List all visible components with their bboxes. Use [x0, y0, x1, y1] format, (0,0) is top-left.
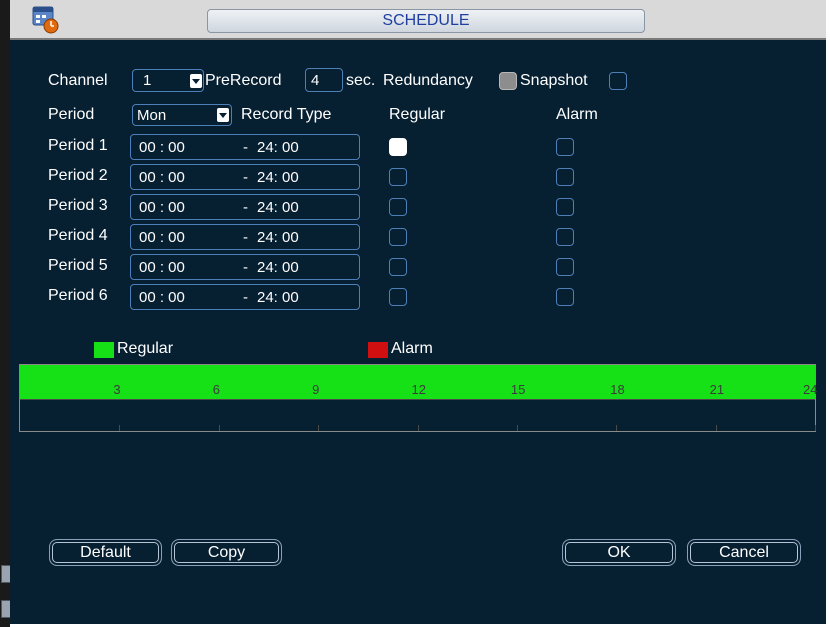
period-label: Period [48, 106, 95, 123]
range-separator: - [243, 169, 248, 186]
period-6-time-range[interactable]: 00 : 00 -24: 00 [130, 284, 360, 310]
hour-tick-label: 6 [212, 382, 220, 397]
period-5-label: Period 5 [48, 257, 108, 274]
schedule-panel [10, 40, 826, 624]
hour-tick-mark [616, 425, 617, 431]
snapshot-label: Snapshot [520, 72, 588, 89]
default-button[interactable]: Default [49, 539, 162, 566]
hour-tick-mark [119, 425, 120, 431]
alarm-legend-swatch [368, 342, 388, 358]
range-separator: - [243, 139, 248, 156]
left-edge-strip [0, 0, 11, 627]
schedule-timeline: 3 6 9 12 15 18 21 24 [19, 364, 818, 432]
end-time[interactable]: 24: 00 [257, 139, 299, 156]
regular-header: Regular [389, 106, 446, 123]
period-4-label: Period 4 [48, 227, 108, 244]
period-4-alarm-checkbox[interactable] [556, 228, 574, 246]
channel-select[interactable]: 1 [132, 69, 204, 92]
period-5-alarm-checkbox[interactable] [556, 258, 574, 276]
period-3-regular-checkbox[interactable] [389, 198, 407, 216]
period-6-alarm-checkbox[interactable] [556, 288, 574, 306]
hour-tick-mark [815, 425, 816, 431]
period-4-regular-checkbox[interactable] [389, 228, 407, 246]
period-3-label: Period 3 [48, 197, 108, 214]
start-time[interactable]: 00 : 00 [139, 139, 185, 156]
snapshot-checkbox[interactable] [609, 72, 627, 90]
start-time[interactable]: 00 : 00 [139, 289, 185, 306]
regular-legend-swatch [94, 342, 114, 358]
end-time[interactable]: 24: 00 [257, 259, 299, 276]
hour-tick-mark [219, 425, 220, 431]
end-time[interactable]: 24: 00 [257, 229, 299, 246]
hour-tick-label: 15 [510, 382, 526, 397]
channel-label: Channel [48, 72, 108, 89]
hour-tick-mark [716, 425, 717, 431]
period-4-time-range[interactable]: 00 : 00 -24: 00 [130, 224, 360, 250]
hour-tick-mark [517, 425, 518, 431]
hour-tick-mark [318, 425, 319, 431]
period-5-regular-checkbox[interactable] [389, 258, 407, 276]
prerecord-unit: sec. [346, 72, 376, 89]
schedule-app-icon [32, 6, 59, 34]
title-bar: SCHEDULE [10, 0, 826, 40]
start-time[interactable]: 00 : 00 [139, 169, 185, 186]
period-5-time-range[interactable]: 00 : 00 -24: 00 [130, 254, 360, 280]
start-time[interactable]: 00 : 00 [139, 229, 185, 246]
hour-tick-mark [418, 425, 419, 431]
alarm-header: Alarm [556, 106, 598, 123]
regular-legend-label: Regular [117, 340, 174, 357]
channel-value: 1 [143, 72, 152, 89]
period-2-regular-checkbox[interactable] [389, 168, 407, 186]
period-3-time-range[interactable]: 00 : 00 -24: 00 [130, 194, 360, 220]
range-separator: - [243, 229, 248, 246]
hour-tick-label: 21 [709, 382, 725, 397]
chevron-down-icon[interactable] [217, 108, 229, 122]
ok-button[interactable]: OK [562, 539, 676, 566]
copy-button[interactable]: Copy [171, 539, 282, 566]
period-day-select[interactable]: Mon [132, 104, 232, 126]
record-type-header: Record Type [241, 106, 332, 123]
hour-tick-label: 18 [610, 382, 625, 397]
hour-tick-label: 3 [113, 382, 121, 397]
prerecord-input[interactable]: 4 [305, 68, 343, 92]
period-2-alarm-checkbox[interactable] [556, 168, 574, 186]
timeline-divider [20, 399, 815, 400]
end-time[interactable]: 24: 00 [257, 169, 299, 186]
range-separator: - [243, 259, 248, 276]
hour-tick-label: 12 [411, 382, 426, 397]
start-time[interactable]: 00 : 00 [139, 199, 185, 216]
period-6-regular-checkbox[interactable] [389, 288, 407, 306]
start-time[interactable]: 00 : 00 [139, 259, 185, 276]
end-time[interactable]: 24: 00 [257, 289, 299, 306]
range-separator: - [243, 289, 248, 306]
period-1-time-range[interactable]: 00 : 00 -24: 00 [130, 134, 360, 160]
end-time[interactable]: 24: 00 [257, 199, 299, 216]
period-1-label: Period 1 [48, 137, 108, 154]
period-1-alarm-checkbox[interactable] [556, 138, 574, 156]
hour-tick-label: 24 [803, 382, 818, 397]
period-3-alarm-checkbox[interactable] [556, 198, 574, 216]
hour-tick-label: 9 [312, 382, 320, 397]
cancel-button[interactable]: Cancel [687, 539, 801, 566]
chevron-down-icon[interactable] [190, 74, 202, 88]
alarm-legend-label: Alarm [391, 340, 433, 357]
period-2-label: Period 2 [48, 167, 108, 184]
window-title: SCHEDULE [207, 9, 645, 33]
prerecord-label: PreRecord [205, 72, 282, 89]
range-separator: - [243, 199, 248, 216]
redundancy-label: Redundancy [383, 72, 473, 89]
period-2-time-range[interactable]: 00 : 00 -24: 00 [130, 164, 360, 190]
period-1-regular-checkbox[interactable] [389, 138, 407, 156]
redundancy-checkbox[interactable] [499, 72, 517, 90]
period-6-label: Period 6 [48, 287, 108, 304]
